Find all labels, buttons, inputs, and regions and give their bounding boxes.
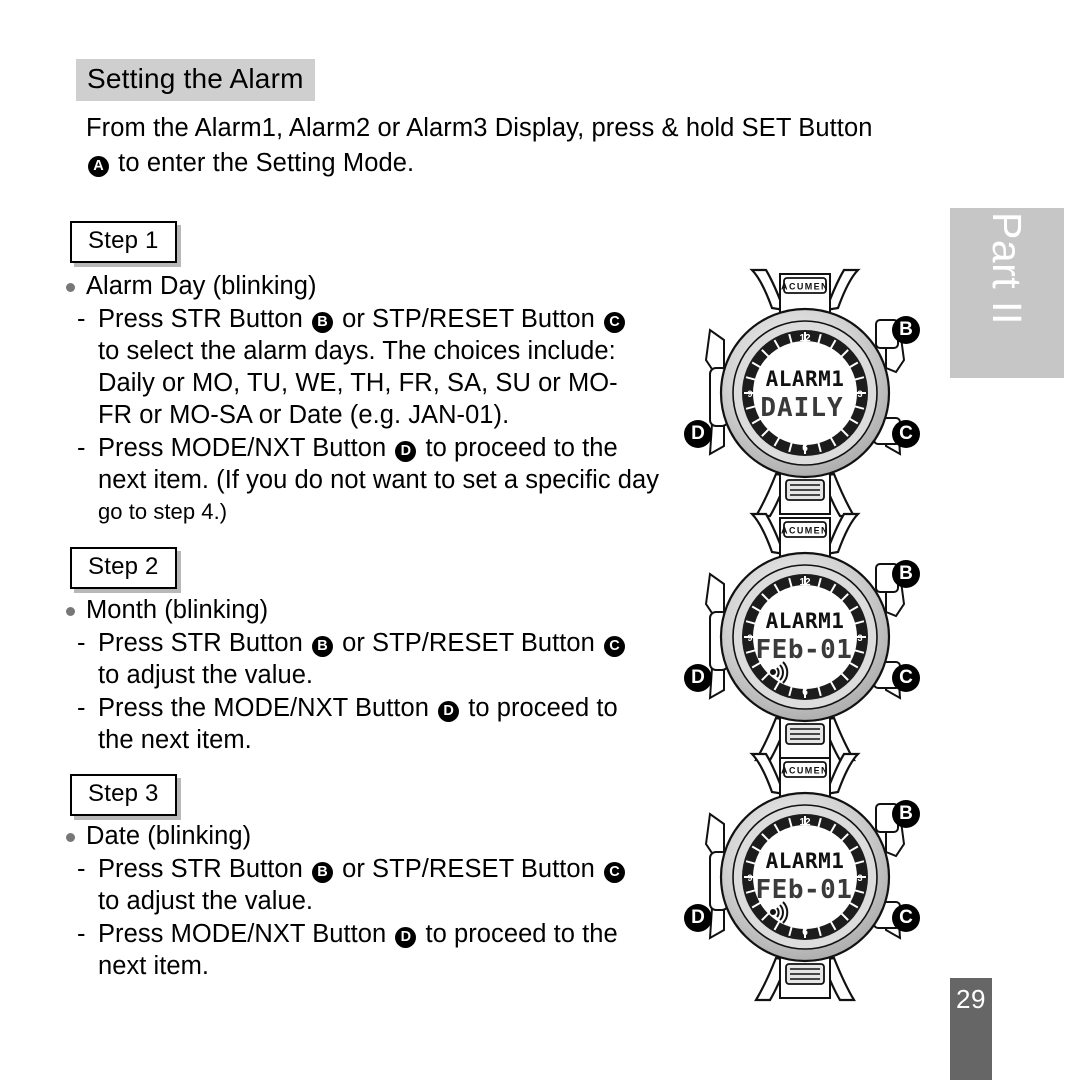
badge-c-icon: C bbox=[604, 312, 626, 333]
lcd-line-2: DAILY bbox=[760, 393, 843, 423]
watch-illustration-step-3: ACUMEN 12 6 9 3 ALARM1 FEb-01 B C D bbox=[680, 752, 930, 1002]
bezel-3-label: 3 bbox=[857, 873, 862, 883]
text-line: go to step 4.) bbox=[98, 499, 228, 524]
part-rail: Part II bbox=[950, 208, 1064, 378]
intro-line-1: From the Alarm1, Alarm2 or Alarm3 Displa… bbox=[86, 114, 873, 142]
lcd-line-1: ALARM1 bbox=[766, 367, 845, 391]
text-line: Press STR Button B or STP/RESET Button C bbox=[98, 627, 664, 659]
dash-marker: - bbox=[77, 305, 86, 333]
text-line: next item. bbox=[98, 952, 210, 980]
step-3-bullet: Date (blinking) bbox=[64, 820, 664, 852]
lcd-line-1: ALARM1 bbox=[766, 849, 845, 873]
bezel-3-label: 3 bbox=[857, 389, 862, 399]
lcd-line-1: ALARM1 bbox=[766, 609, 845, 633]
text-line: Press the MODE/NXT Button D to proceed t… bbox=[98, 694, 618, 722]
step-3-box: Step 3 bbox=[70, 774, 177, 816]
badge-b-icon: B bbox=[312, 862, 334, 883]
dash-marker: - bbox=[77, 855, 86, 883]
step-1-item-1: - Press STR Button B or STP/RESET Button… bbox=[64, 303, 664, 431]
watch-badge-d: D bbox=[684, 664, 712, 692]
lcd-line-2: FEb-01 bbox=[756, 875, 853, 905]
step-1-bullet-label: Alarm Day (blinking) bbox=[86, 272, 317, 300]
badge-b-icon: B bbox=[312, 636, 334, 657]
step-3-bullet-label: Date (blinking) bbox=[86, 822, 252, 850]
watch-badge-b: B bbox=[892, 560, 920, 588]
part-label: Part II bbox=[984, 212, 1030, 325]
bezel-9-label: 9 bbox=[747, 873, 752, 883]
dash-marker: - bbox=[77, 694, 86, 722]
watch-badge-b: B bbox=[892, 800, 920, 828]
intro-paragraph: From the Alarm1, Alarm2 or Alarm3 Displa… bbox=[86, 111, 936, 181]
text-line: to select the alarm days. The choices in… bbox=[98, 337, 616, 365]
watch-illustration-step-2: ACUMEN 12 6 9 3 ALARM1 FEb-01 B C D bbox=[680, 512, 930, 762]
bezel-9-label: 9 bbox=[747, 389, 752, 399]
text-line: to adjust the value. bbox=[98, 887, 314, 915]
step-1-item-2: - Press MODE/NXT Button D to proceed to … bbox=[64, 432, 664, 528]
watch-badge-c: C bbox=[892, 904, 920, 932]
text-line: Press MODE/NXT Button D to proceed to th… bbox=[98, 434, 618, 462]
badge-c-icon: C bbox=[604, 636, 626, 657]
text-line: to adjust the value. bbox=[98, 661, 314, 689]
watch-illustration-step-1: ACUMEN 12 6 9 3 ALARM1 DAILY B C D bbox=[680, 268, 930, 518]
step-3-item-1: - Press STR Button B or STP/RESET Button… bbox=[64, 853, 664, 917]
bezel-9-label: 9 bbox=[747, 633, 752, 643]
badge-c-icon: C bbox=[604, 862, 626, 883]
text-line: the next item. bbox=[98, 726, 252, 754]
dash-marker: - bbox=[77, 629, 86, 657]
step-2-box: Step 2 bbox=[70, 547, 177, 589]
step-2-item-1: - Press STR Button B or STP/RESET Button… bbox=[64, 627, 664, 691]
badge-b-icon: B bbox=[312, 312, 334, 333]
text-line: next item. (If you do not want to set a … bbox=[98, 466, 660, 494]
step-1-bullet: Alarm Day (blinking) bbox=[64, 270, 664, 302]
watch-badge-b: B bbox=[892, 316, 920, 344]
step-3-body: Date (blinking) - Press STR Button B or … bbox=[64, 820, 664, 982]
lcd-line-2: FEb-01 bbox=[756, 635, 853, 665]
dash-marker: - bbox=[77, 434, 86, 462]
step-2-bullet: Month (blinking) bbox=[64, 594, 664, 626]
watch-badge-d: D bbox=[684, 420, 712, 448]
step-1-box: Step 1 bbox=[70, 221, 177, 263]
page-number-bar: 29 bbox=[950, 978, 992, 1080]
bullet-dot-icon bbox=[66, 607, 75, 616]
bullet-dot-icon bbox=[66, 283, 75, 292]
badge-d-icon: D bbox=[395, 927, 417, 948]
badge-d-icon: D bbox=[395, 441, 417, 462]
step-2-bullet-label: Month (blinking) bbox=[86, 596, 269, 624]
text-line: Press MODE/NXT Button D to proceed to th… bbox=[98, 920, 618, 948]
badge-a-icon: A bbox=[88, 156, 109, 177]
watch-badge-c: C bbox=[892, 420, 920, 448]
text-line: FR or MO-SA or Date (e.g. JAN-01). bbox=[98, 401, 510, 429]
bullet-dot-icon bbox=[66, 833, 75, 842]
watch-brand-label: ACUMEN bbox=[781, 526, 829, 536]
badge-d-icon: D bbox=[438, 701, 460, 722]
watch-badge-d: D bbox=[684, 904, 712, 932]
section-heading: Setting the Alarm bbox=[76, 59, 315, 101]
text-line: Daily or MO, TU, WE, TH, FR, SA, SU or M… bbox=[98, 369, 618, 397]
text-line: Press STR Button B or STP/RESET Button C bbox=[98, 303, 664, 335]
step-2-item-2: - Press the MODE/NXT Button D to proceed… bbox=[64, 692, 664, 756]
step-3-item-2: - Press MODE/NXT Button D to proceed to … bbox=[64, 918, 664, 982]
text-line: Press STR Button B or STP/RESET Button C bbox=[98, 853, 664, 885]
watch-badge-c: C bbox=[892, 664, 920, 692]
watch-brand-label: ACUMEN bbox=[781, 766, 829, 776]
intro-line-2: to enter the Setting Mode. bbox=[111, 149, 415, 177]
step-2-body: Month (blinking) - Press STR Button B or… bbox=[64, 594, 664, 756]
page-number: 29 bbox=[956, 984, 986, 1014]
bezel-3-label: 3 bbox=[857, 633, 862, 643]
watch-brand-label: ACUMEN bbox=[781, 282, 829, 292]
step-1-body: Alarm Day (blinking) - Press STR Button … bbox=[64, 270, 664, 528]
dash-marker: - bbox=[77, 920, 86, 948]
